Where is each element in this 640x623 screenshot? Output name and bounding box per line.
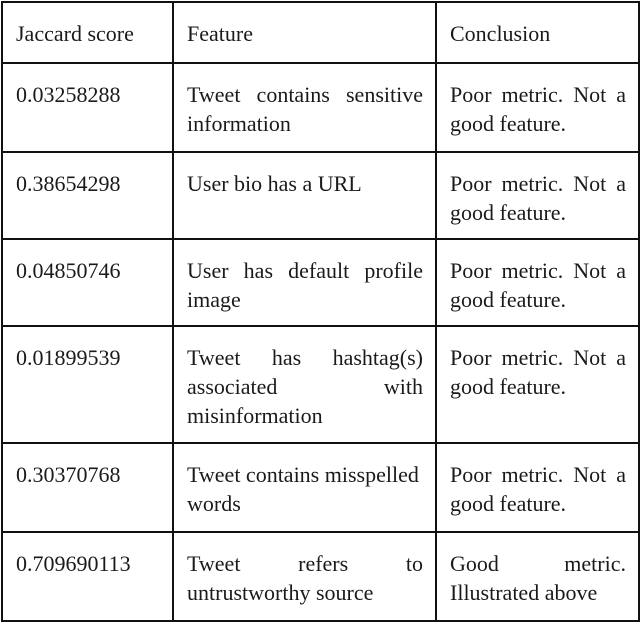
table-row: 0.709690113 Tweet refers to untrustworth…	[1, 531, 640, 622]
score-cell: 0.38654298	[1, 151, 174, 240]
feature-text: User has default profile image	[187, 258, 423, 312]
score-value: 0.38654298	[16, 171, 121, 196]
header-conclusion: Conclusion	[435, 1, 640, 64]
feature-cell: Tweet contains sensitive information	[172, 62, 437, 153]
header-jaccard-score: Jaccard score	[1, 1, 174, 64]
header-label: Jaccard score	[16, 21, 134, 46]
table-row: 0.03258288 Tweet contains sensitive info…	[1, 62, 640, 153]
score-cell: 0.03258288	[1, 62, 174, 153]
table-row: 0.38654298 User bio has a URL Poor metri…	[1, 151, 640, 240]
feature-text: User bio has a URL	[187, 171, 362, 196]
score-cell: 0.04850746	[1, 238, 174, 327]
score-value: 0.01899539	[16, 345, 121, 370]
conclusion-cell: Poor metric. Not a good feature.	[435, 325, 640, 444]
table-header-row: Jaccard score Feature Conclusion	[1, 1, 640, 64]
header-label: Conclusion	[450, 21, 551, 46]
jaccard-score-table: Jaccard score Feature Conclusion 0.03258…	[1, 1, 640, 622]
score-value: 0.04850746	[16, 258, 121, 283]
conclusion-cell: Good metric. Illustrated above	[435, 531, 640, 622]
feature-cell: Tweet has hashtag(s) associated with mis…	[172, 325, 437, 444]
table-row: 0.04850746 User has default profile imag…	[1, 238, 640, 327]
score-value: 0.30370768	[16, 462, 121, 487]
conclusion-cell: Poor metric. Not a good feature.	[435, 62, 640, 153]
table-row: 0.30370768 Tweet contains misspelled wor…	[1, 442, 640, 533]
score-cell: 0.01899539	[1, 325, 174, 444]
feature-text: Tweet contains sensitive information	[187, 82, 423, 136]
feature-text: Tweet refers to untrustworthy source	[187, 551, 423, 605]
feature-cell: Tweet refers to untrustworthy source	[172, 531, 437, 622]
feature-text: Tweet contains misspelled words	[187, 462, 419, 516]
header-label: Feature	[187, 21, 253, 46]
conclusion-cell: Poor metric. Not a good feature.	[435, 238, 640, 327]
conclusion-text: Poor metric. Not a good feature.	[450, 258, 626, 312]
score-value: 0.03258288	[16, 82, 121, 107]
feature-cell: User bio has a URL	[172, 151, 437, 240]
header-feature: Feature	[172, 1, 437, 64]
table-row: 0.01899539 Tweet has hashtag(s) associat…	[1, 325, 640, 444]
conclusion-cell: Poor metric. Not a good feature.	[435, 442, 640, 533]
feature-cell: Tweet contains misspelled words	[172, 442, 437, 533]
feature-text: Tweet has hashtag(s) associated with mis…	[187, 345, 423, 428]
conclusion-text: Poor metric. Not a good feature.	[450, 345, 626, 399]
feature-cell: User has default profile image	[172, 238, 437, 327]
conclusion-text: Poor metric. Not a good feature.	[450, 82, 626, 136]
conclusion-text: Good metric. Illustrated above	[450, 551, 626, 605]
score-value: 0.709690113	[16, 551, 131, 576]
conclusion-text: Poor metric. Not a good feature.	[450, 462, 626, 516]
conclusion-text: Poor metric. Not a good feature.	[450, 171, 626, 225]
score-cell: 0.30370768	[1, 442, 174, 533]
score-cell: 0.709690113	[1, 531, 174, 622]
conclusion-cell: Poor metric. Not a good feature.	[435, 151, 640, 240]
